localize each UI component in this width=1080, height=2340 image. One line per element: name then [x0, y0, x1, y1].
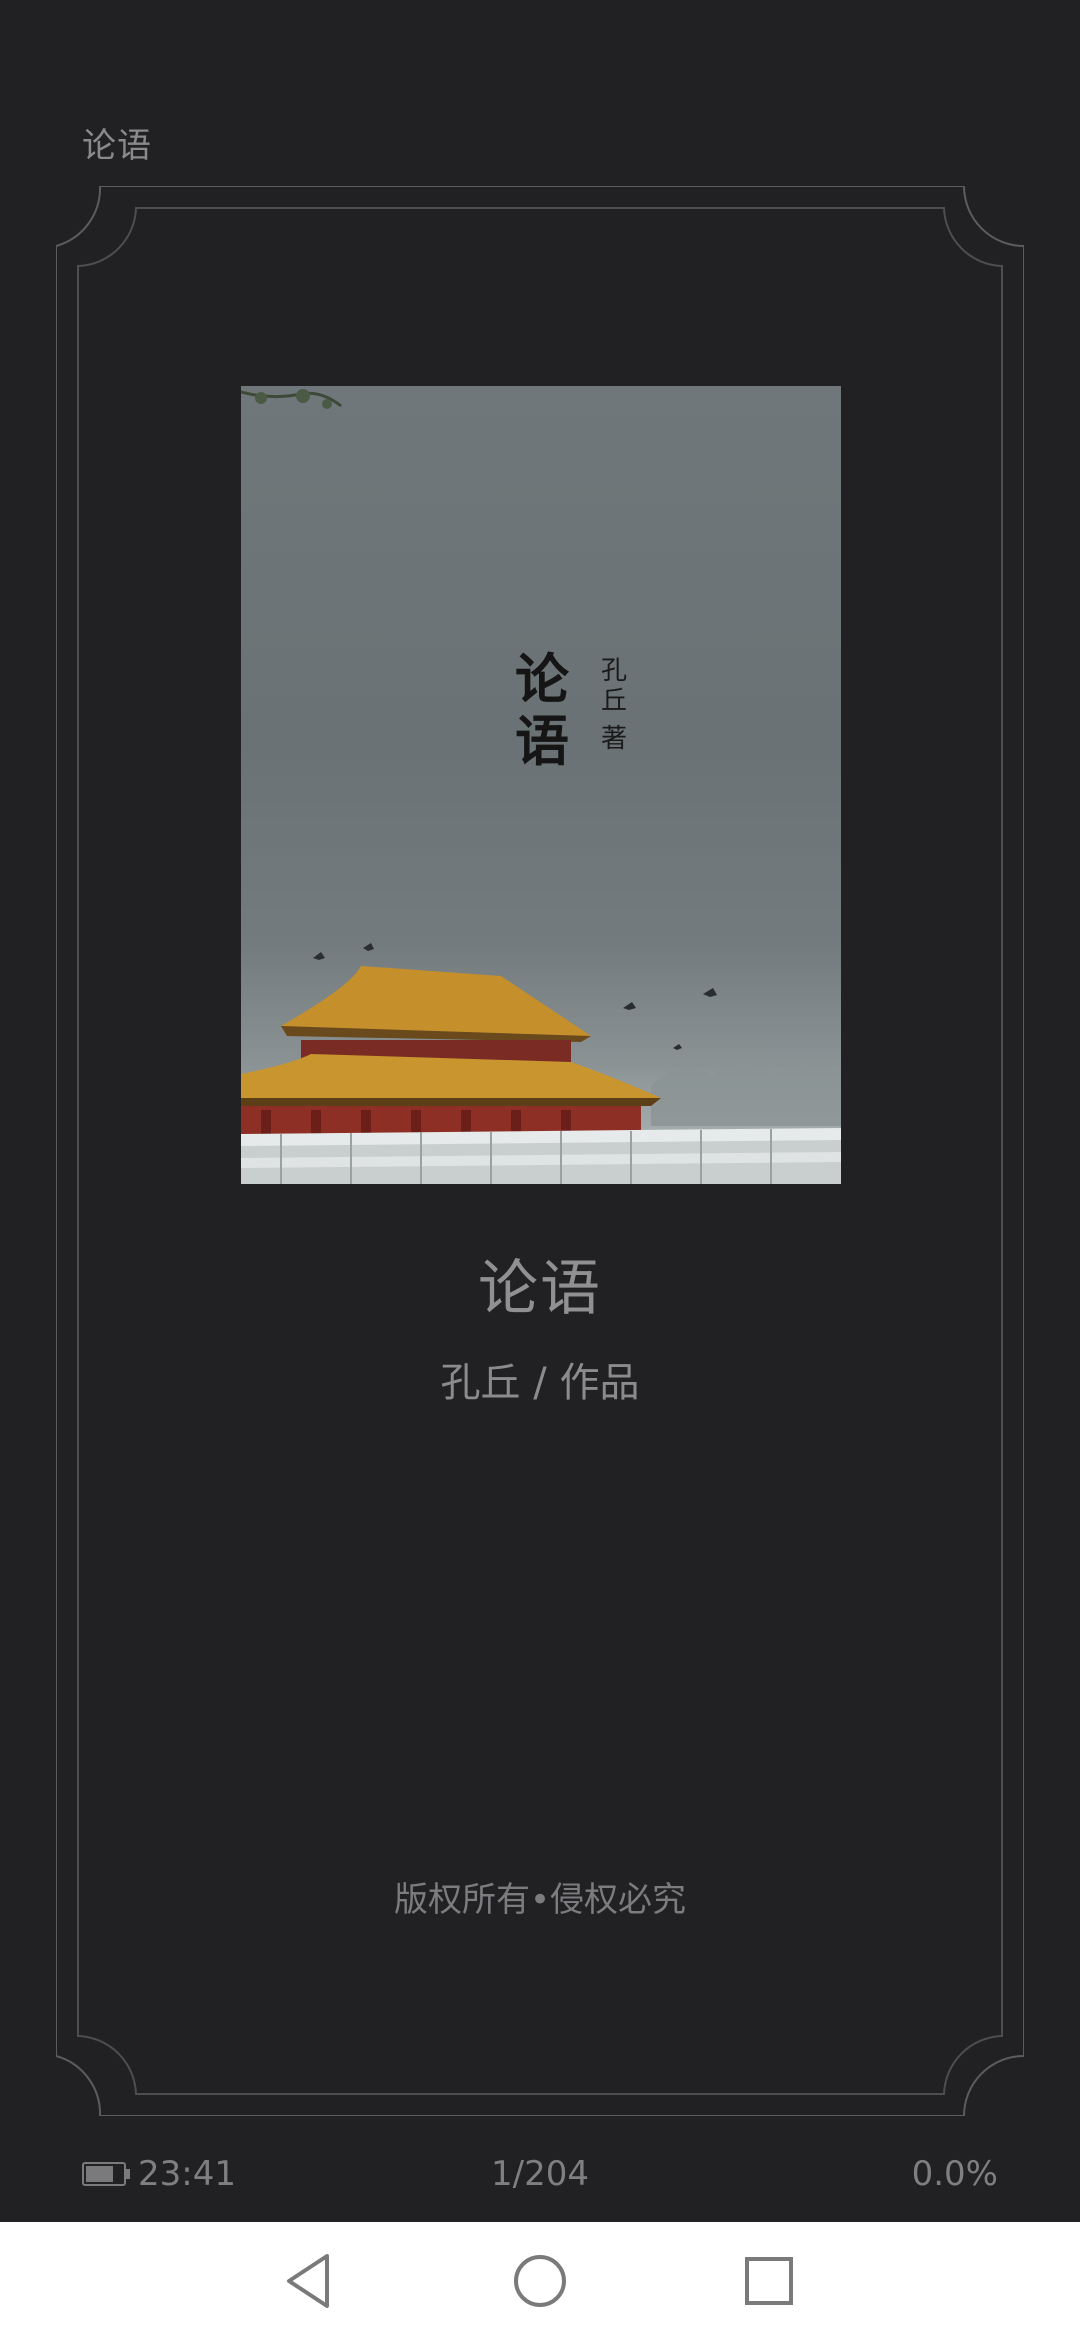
book-author: 孔丘 / 作品	[440, 1360, 640, 1406]
book-cover[interactable]: 论语 孔丘 著	[241, 386, 841, 1184]
cover-title: 论语	[515, 647, 569, 773]
book-title: 论语	[478, 1254, 602, 1324]
system-navigation-bar	[0, 2222, 1080, 2340]
circle-home-icon[interactable]	[505, 2246, 575, 2316]
copyright-notice: 版权所有•侵权必究	[393, 1880, 687, 1920]
reading-progress: 0.0%	[911, 2154, 998, 2194]
cover-author-name: 孔丘	[600, 656, 627, 716]
header-book-title: 论语	[82, 126, 152, 166]
square-recents-icon[interactable]	[734, 2246, 804, 2316]
cover-author-mark: 著	[600, 724, 627, 754]
cover-author: 孔丘 著	[599, 656, 629, 754]
reader-screen[interactable]: 论语 论语 孔丘 著 论语 孔丘 / 作品 版权所有•侵权必究 23:41 1/…	[0, 0, 1080, 2340]
reader-status-bar: 23:41 1/204 0.0%	[0, 2150, 1080, 2210]
triangle-back-icon[interactable]	[275, 2246, 345, 2316]
cover-palace-illustration	[241, 389, 841, 1184]
